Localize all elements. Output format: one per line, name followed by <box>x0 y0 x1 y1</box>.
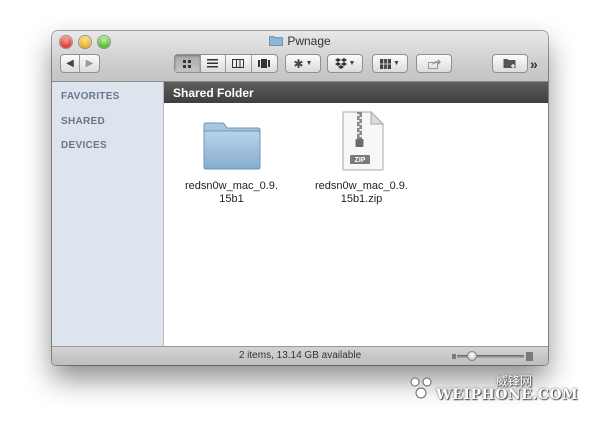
file-name-label: redsn0w_mac_0.9. 15b1 <box>185 180 278 205</box>
forward-button[interactable]: ▶ <box>80 55 99 72</box>
sidebar: FAVORITES SHARED DEVICES <box>52 82 164 346</box>
icon-size-slider-thumb[interactable] <box>467 351 477 361</box>
folder-icon <box>269 36 284 46</box>
sidebar-heading-shared[interactable]: SHARED <box>61 116 105 127</box>
file-item-zip[interactable]: ZIP redsn0w_mac_0.9. 15b1.zip <box>314 110 409 206</box>
file-browser-content[interactable]: redsn0w_mac_0.9. 15b1 ZIP redsn0w_mac_0.… <box>164 103 548 346</box>
view-mode-control <box>174 54 278 73</box>
zoom-min-icon <box>452 354 456 359</box>
sidebar-heading-favorites[interactable]: FAVORITES <box>61 91 120 102</box>
icon-view-button[interactable] <box>175 55 201 72</box>
coverflow-view-button[interactable] <box>252 55 277 72</box>
chevron-down-icon: ▼ <box>348 60 356 67</box>
status-bar: 2 items, 13.14 GB available <box>52 346 548 365</box>
grid-icon <box>380 58 392 69</box>
watermark: 威锋网 WEIPHONE.COM <box>406 372 586 412</box>
dropbox-menu-button[interactable]: ▼ <box>327 54 363 73</box>
zoom-max-icon <box>526 352 533 361</box>
folder-header-title: Shared Folder <box>173 86 254 100</box>
back-button[interactable]: ◀ <box>61 55 81 72</box>
back-forward-control: ◀ ▶ <box>60 54 100 73</box>
window-title: Pwnage <box>52 34 548 48</box>
share-icon <box>427 58 441 69</box>
watermark-text: WEIPHONE.COM <box>436 387 579 403</box>
file-name-label: redsn0w_mac_0.9. 15b1.zip <box>315 180 408 205</box>
toolbar-overflow-chevron[interactable]: » <box>530 56 538 72</box>
action-menu-button[interactable]: ✱ ▼ <box>285 54 321 73</box>
chevron-right-icon: ▶ <box>85 58 94 69</box>
arrange-menu-button[interactable]: ▼ <box>372 54 408 73</box>
new-folder-icon <box>503 59 515 68</box>
share-button[interactable] <box>416 54 452 73</box>
weiphone-logo <box>410 377 432 399</box>
column-view-icon <box>232 59 245 68</box>
chevron-down-icon: ▼ <box>393 60 400 67</box>
titlebar: Pwnage ◀ ▶ ✱ ▼ ▼ ▼ » <box>52 31 548 82</box>
sidebar-heading-devices[interactable]: DEVICES <box>61 140 107 151</box>
column-view-button[interactable] <box>226 55 252 72</box>
coverflow-view-icon <box>258 59 271 68</box>
dropbox-icon <box>334 58 347 69</box>
finder-window: Pwnage ◀ ▶ ✱ ▼ ▼ ▼ » FAVORITES SHARED DE… <box>52 31 548 365</box>
list-view-icon <box>207 59 219 68</box>
file-item-folder[interactable]: redsn0w_mac_0.9. 15b1 <box>184 111 279 206</box>
folder-header-bar: Shared Folder <box>164 82 548 103</box>
window-title-text: Pwnage <box>287 34 331 48</box>
chevron-left-icon: ◀ <box>66 58 74 69</box>
gear-icon: ✱ <box>293 56 304 71</box>
folder-icon <box>203 122 260 170</box>
new-folder-button[interactable] <box>492 54 528 73</box>
chevron-down-icon: ▼ <box>305 60 313 67</box>
zip-archive-icon: ZIP <box>342 110 384 171</box>
zip-badge-text: ZIP <box>354 157 365 164</box>
list-view-button[interactable] <box>201 55 226 72</box>
icon-view-icon <box>183 59 192 68</box>
